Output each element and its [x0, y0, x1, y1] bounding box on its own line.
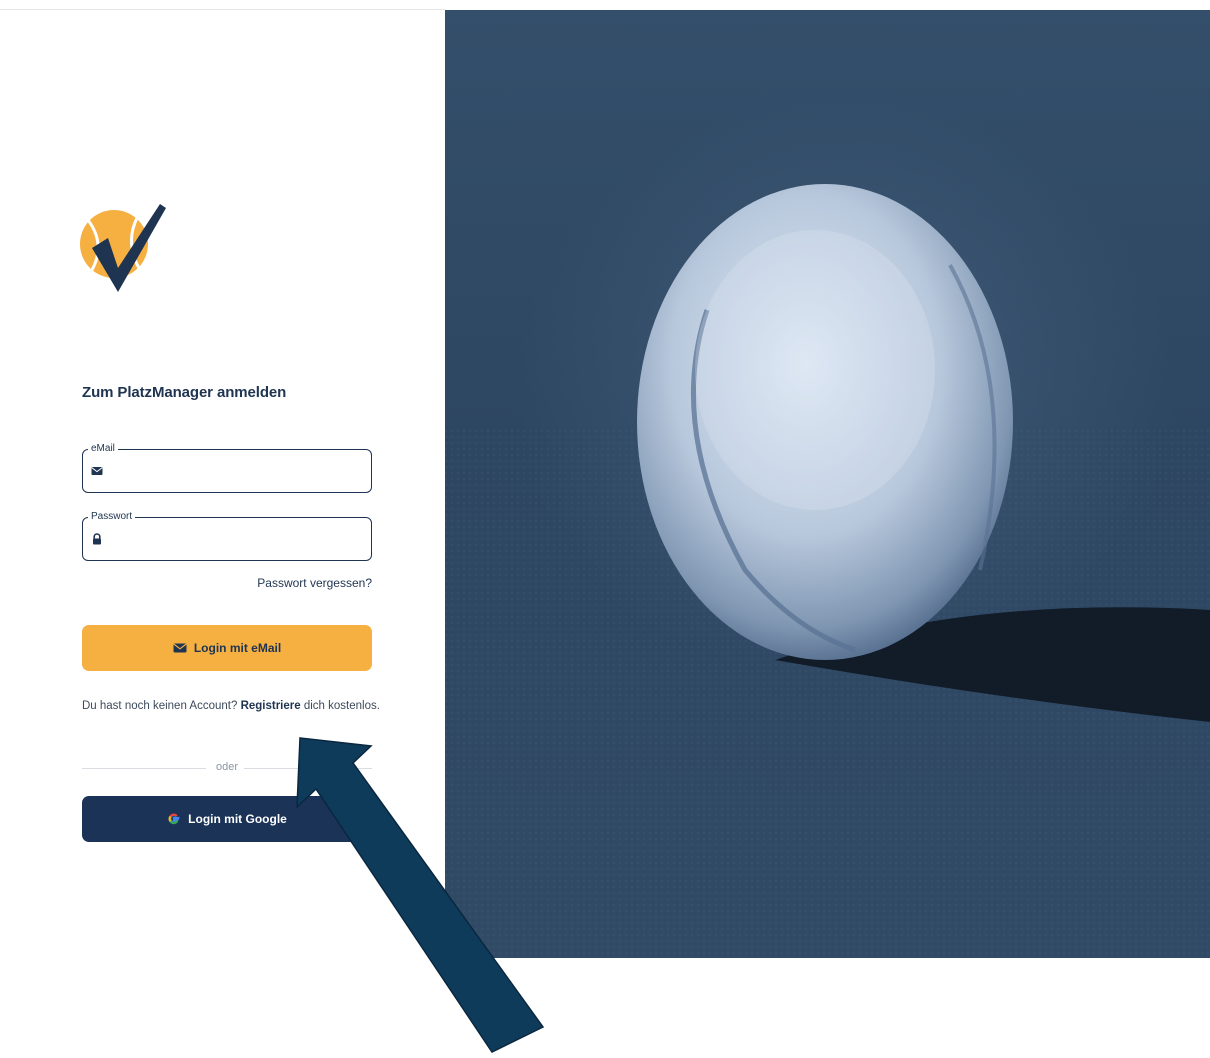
password-field[interactable]: Passwort — [82, 510, 372, 561]
email-field[interactable]: eMail — [82, 442, 372, 493]
login-email-label: Login mit eMail — [193, 641, 282, 655]
password-field-label: Passwort — [88, 510, 136, 524]
platzmanager-logo — [80, 204, 166, 292]
login-google-button[interactable]: Login mit Google — [82, 796, 372, 842]
password-input[interactable] — [111, 526, 365, 554]
or-divider: oder — [82, 760, 372, 776]
tennis-ball-photo — [445, 10, 1210, 958]
divider-line-right — [244, 768, 372, 769]
lock-icon — [93, 533, 101, 545]
email-input[interactable] — [111, 458, 365, 486]
login-google-label: Login mit Google — [188, 812, 287, 826]
forgot-password-link[interactable]: Passwort vergessen? — [257, 576, 372, 590]
top-divider — [0, 9, 445, 10]
register-suffix: dich kostenlos. — [300, 700, 380, 712]
register-link[interactable]: Registriere — [241, 700, 301, 712]
divider-label: oder — [215, 761, 239, 773]
envelope-icon — [173, 643, 187, 653]
envelope-icon — [91, 467, 103, 475]
page-title: Zum PlatzManager anmelden — [82, 384, 287, 401]
login-email-button[interactable]: Login mit eMail — [82, 625, 372, 671]
google-g-icon — [168, 813, 180, 825]
register-prefix: Du hast noch keinen Account? — [82, 700, 241, 712]
email-field-label: eMail — [88, 442, 118, 456]
register-prompt: Du hast noch keinen Account? Registriere… — [82, 700, 382, 712]
